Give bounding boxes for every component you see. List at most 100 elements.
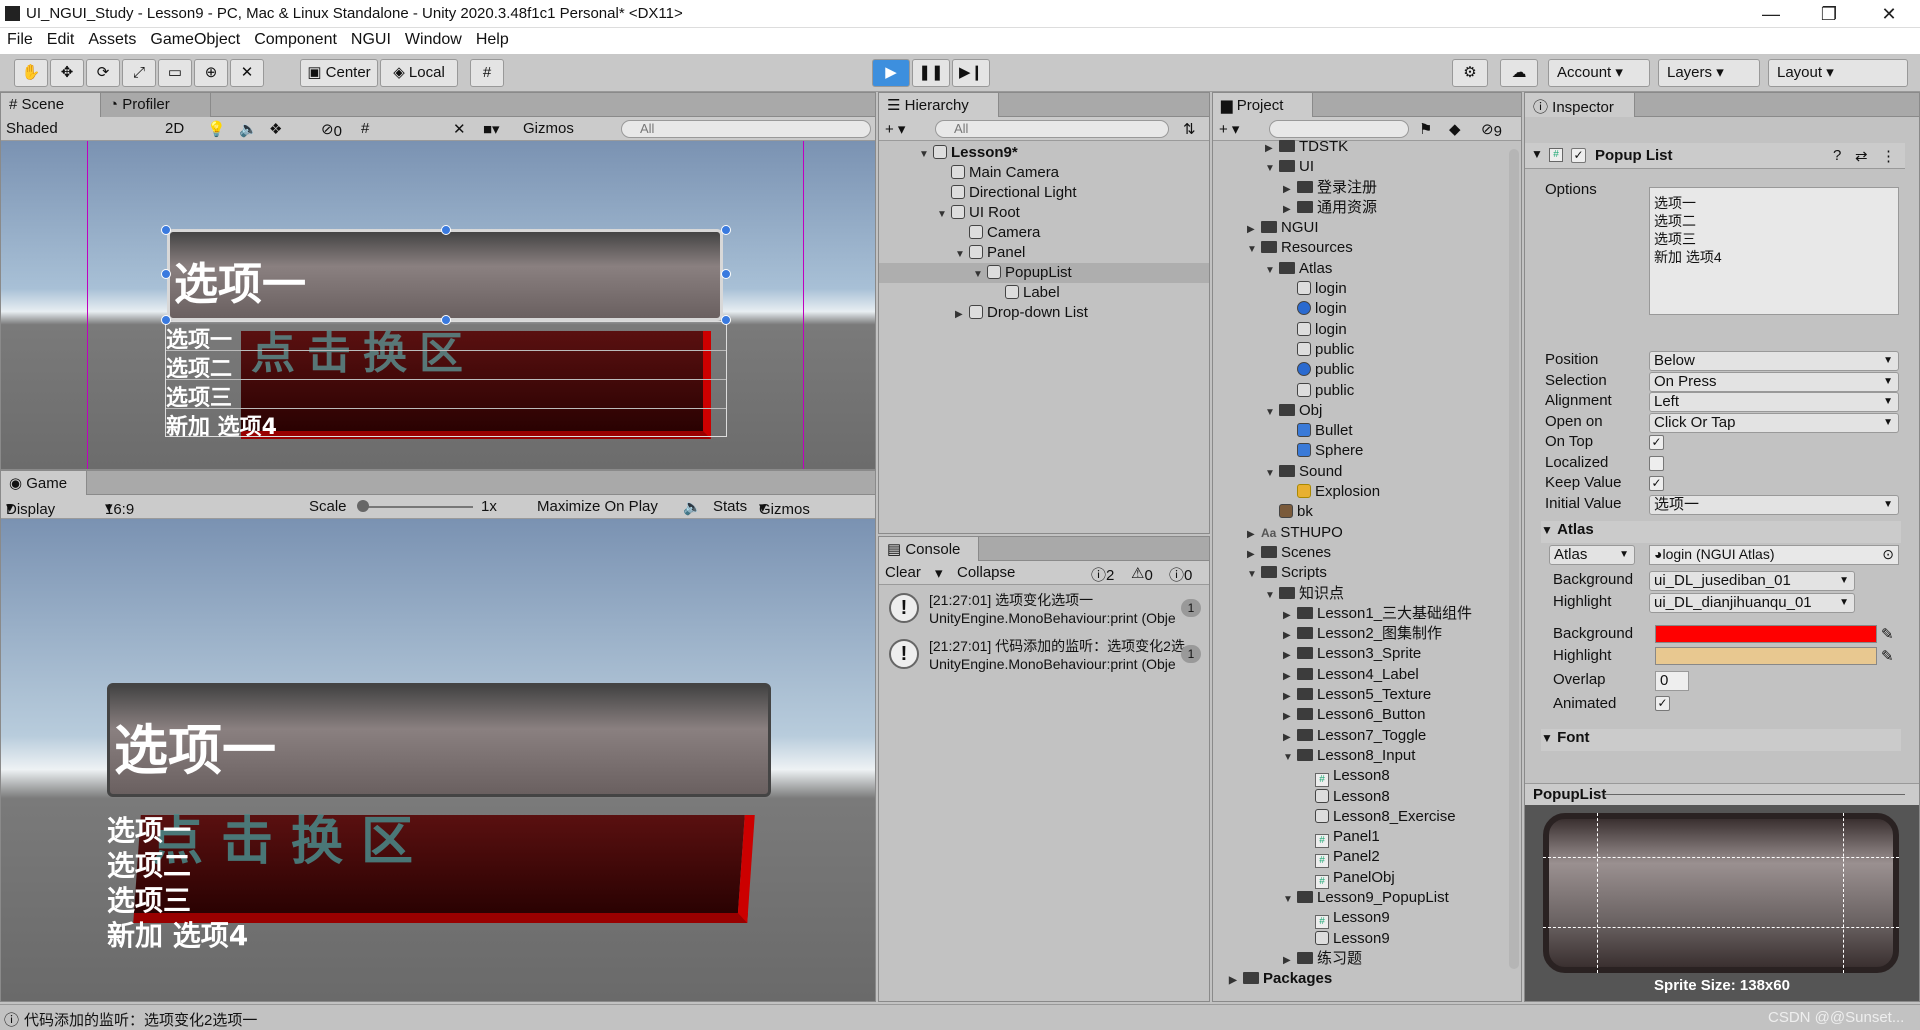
step-button[interactable]: ▶❙ <box>952 59 990 87</box>
project-item[interactable]: login <box>1213 299 1503 319</box>
clear-dropdown-icon[interactable]: ▾ <box>935 564 943 582</box>
overlap-input[interactable]: 0 <box>1655 671 1689 691</box>
project-item[interactable]: login <box>1213 279 1503 299</box>
search-by-type-icon[interactable]: ⚑ <box>1419 120 1432 138</box>
menu-file[interactable]: File <box>0 28 40 49</box>
project-item[interactable]: ▶ TDSTK <box>1213 137 1503 157</box>
hierarchy-item[interactable]: ▼ UI Root <box>879 203 1209 223</box>
menu-component[interactable]: Component <box>247 28 344 49</box>
foldout-arrow-icon[interactable]: ▶ <box>1265 139 1279 159</box>
help-icon[interactable]: ? <box>1833 147 1841 164</box>
tab-game[interactable]: ◉ Game <box>1 471 87 495</box>
foldout-arrow-icon[interactable]: ▼ <box>1283 748 1297 768</box>
inspector-field-checkbox[interactable] <box>1649 455 1664 471</box>
component-enabled-checkbox[interactable]: ✓ <box>1571 148 1586 163</box>
rotate-tool-icon[interactable]: ⟳ <box>86 59 120 87</box>
menu-window[interactable]: Window <box>398 28 469 49</box>
project-item[interactable]: ▼ Obj <box>1213 401 1503 421</box>
foldout-arrow-icon[interactable]: ▶ <box>1283 180 1297 200</box>
foldout-arrow-icon[interactable]: ▼ <box>1265 464 1279 484</box>
scale-slider[interactable] <box>361 506 473 508</box>
project-item[interactable]: ▶ 通用资源 <box>1213 198 1503 218</box>
project-item[interactable]: # Panel2 <box>1213 847 1503 869</box>
foldout-arrow-icon[interactable]: ▼ <box>937 205 951 225</box>
scene-search-input[interactable]: All <box>621 120 871 138</box>
stats-button[interactable]: Stats <box>713 498 747 515</box>
hierarchy-item[interactable]: ▼ Panel <box>879 243 1209 263</box>
game-option[interactable]: 选项二 <box>107 844 407 882</box>
inspector-field-dropdown[interactable]: Below <box>1649 351 1899 371</box>
project-item[interactable]: ▶ Lesson1_三大基础组件 <box>1213 604 1503 624</box>
project-item[interactable]: Explosion <box>1213 482 1503 502</box>
hierarchy-item[interactable]: Label <box>879 283 1209 303</box>
tab-scene[interactable]: # Scene <box>1 93 101 117</box>
hidden-objects-icon[interactable]: ⊘ 0 <box>321 120 342 140</box>
animated-checkbox[interactable]: ✓ <box>1655 696 1670 711</box>
foldout-arrow-icon[interactable]: ▶ <box>1229 971 1243 991</box>
options-textarea[interactable]: 选项一 选项二 选项三 新加 选项4 <box>1649 187 1899 315</box>
scene-option[interactable]: 新加 选项4 <box>166 409 726 440</box>
game-option[interactable]: 选项三 <box>107 879 407 917</box>
game-viewport[interactable]: 点击换区 选项一 选项一 选项二 选项三 新加 选项4 <box>1 519 875 1001</box>
foldout-arrow-icon[interactable]: ▶ <box>1247 545 1261 565</box>
scene-option[interactable]: 选项二 <box>166 351 726 382</box>
menu-edit[interactable]: Edit <box>40 28 82 49</box>
foldout-arrow-icon[interactable]: ▶ <box>1247 525 1261 545</box>
foldout-arrow-icon[interactable]: ▼ <box>919 145 933 165</box>
custom-tool-icon[interactable]: ✕ <box>230 59 264 87</box>
project-item[interactable]: # Lesson9 <box>1213 908 1503 930</box>
hand-tool-icon[interactable]: ✋ <box>14 59 48 87</box>
project-item[interactable]: ▼ Lesson8_Input <box>1213 746 1503 766</box>
hierarchy-item[interactable]: ▼ Lesson9* <box>879 143 1209 163</box>
project-item[interactable]: # Lesson8 <box>1213 766 1503 788</box>
foldout-arrow-icon[interactable]: ▼ <box>1247 240 1261 260</box>
close-button[interactable]: ✕ <box>1866 2 1912 26</box>
game-option[interactable]: 新加 选项4 <box>107 914 407 952</box>
atlas-type-dropdown[interactable]: Atlas <box>1549 545 1635 565</box>
camera-icon[interactable]: ■▾ <box>483 120 500 138</box>
game-option[interactable]: 选项一 <box>107 809 407 847</box>
project-scrollbar[interactable] <box>1509 149 1519 969</box>
cloud-icon[interactable]: ☁ <box>1500 59 1538 87</box>
project-item[interactable]: public <box>1213 340 1503 360</box>
layers-dropdown[interactable]: Layers ▾ <box>1658 59 1760 87</box>
foldout-arrow-icon[interactable]: ▶ <box>1283 667 1297 687</box>
project-item[interactable]: Lesson8_Exercise <box>1213 807 1503 827</box>
collapse-button[interactable]: Collapse <box>957 564 1015 581</box>
tools-icon[interactable]: ✕ <box>453 120 466 138</box>
foldout-arrow-icon[interactable]: ▶ <box>955 305 969 325</box>
scale-slider-thumb[interactable] <box>357 500 369 512</box>
menu-help[interactable]: Help <box>469 28 516 49</box>
foldout-arrow-icon[interactable]: ▼ <box>1265 403 1279 423</box>
foldout-arrow-icon[interactable]: ▶ <box>1283 606 1297 626</box>
foldout-arrow-icon[interactable]: ▶ <box>1283 626 1297 646</box>
foldout-arrow-icon[interactable]: ▼ <box>1283 890 1297 910</box>
layout-dropdown[interactable]: Layout ▾ <box>1768 59 1908 87</box>
move-tool-icon[interactable]: ✥ <box>50 59 84 87</box>
shading-dropdown[interactable]: Shaded <box>6 120 58 137</box>
console-entry[interactable]: ! [21:27:01] 代码添加的监听：选项变化2选 UnityEngine.… <box>879 633 1209 679</box>
tab-profiler[interactable]: ◔ Profiler <box>101 93 211 117</box>
project-item[interactable]: ▼ Resources <box>1213 238 1503 258</box>
project-item[interactable]: public <box>1213 360 1503 380</box>
info-toggle[interactable]: ⓘ 2 <box>1091 564 1114 585</box>
inspector-field-dropdown[interactable]: 选项一 <box>1649 494 1899 515</box>
scene-option[interactable]: 选项一 <box>166 322 726 353</box>
project-item[interactable]: # PanelObj <box>1213 868 1503 889</box>
foldout-arrow-icon[interactable]: ▶ <box>1283 728 1297 748</box>
hl-color-field[interactable] <box>1655 647 1877 665</box>
menu-assets[interactable]: Assets <box>81 28 143 49</box>
project-item[interactable]: ▼ Sound <box>1213 462 1503 482</box>
project-item[interactable]: ▶ Aa STHUPO <box>1213 523 1503 543</box>
hierarchy-filter-icon[interactable]: ⇅ <box>1183 120 1196 138</box>
project-create-button[interactable]: + ▾ <box>1219 120 1239 138</box>
scene-popup-button[interactable]: 选项一 <box>167 229 723 321</box>
console-entry[interactable]: ! [21:27:01] 选项变化选项一 UnityEngine.MonoBeh… <box>879 587 1209 633</box>
eyedropper-icon[interactable]: ✎ <box>1881 625 1894 643</box>
project-item[interactable]: ▶ Lesson5_Texture <box>1213 685 1503 705</box>
foldout-arrow-icon[interactable]: ▶ <box>1283 707 1297 727</box>
project-item[interactable]: ▶ Lesson4_Label <box>1213 665 1503 685</box>
foldout-arrow-icon[interactable]: ▼ <box>1265 586 1279 606</box>
project-item[interactable]: Lesson8 <box>1213 787 1503 807</box>
inspector-field-checkbox[interactable]: ✓ <box>1649 476 1664 491</box>
